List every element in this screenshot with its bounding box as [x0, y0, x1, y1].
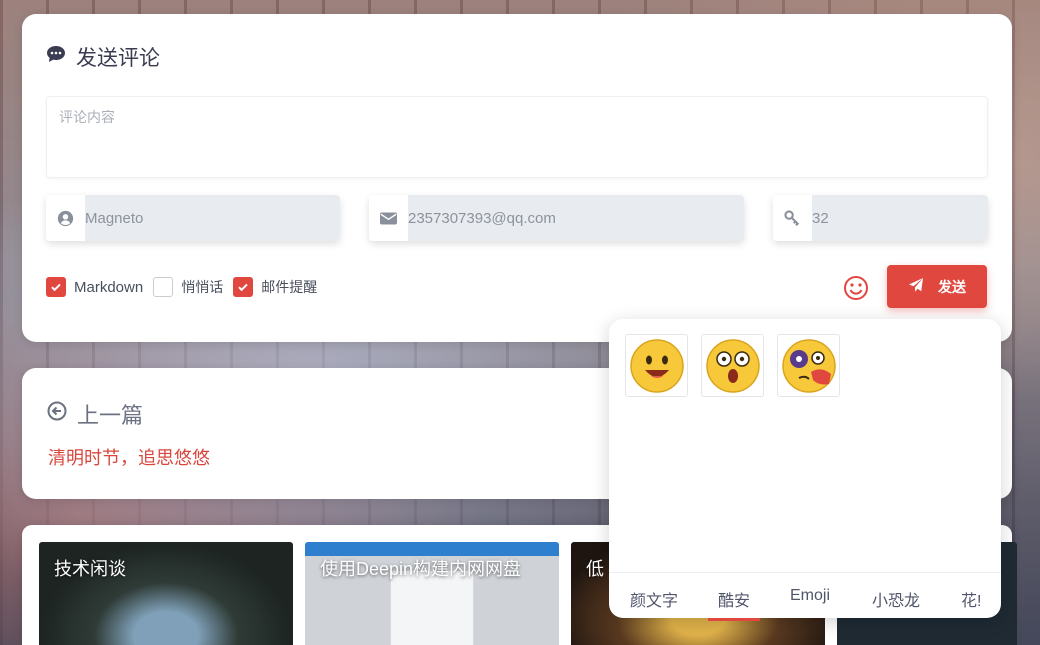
comment-placeholder: 评论内容 — [59, 109, 115, 125]
emoji-tab-emoji[interactable]: Emoji — [790, 587, 830, 605]
emoji-tab-flower[interactable]: 花! — [961, 587, 981, 611]
emoji-tab-bar: 颜文字 酷安 Emoji 小恐龙 花! — [609, 572, 1001, 621]
emoji-tab-kaomoji[interactable]: 颜文字 — [630, 587, 678, 611]
comment-form-card: 发送评论 评论内容 Magneto 2357307393@qq.com 32 M… — [22, 14, 1012, 342]
hurt-face-icon[interactable] — [777, 334, 840, 397]
related-post-card[interactable]: 技术闲谈 — [39, 542, 293, 645]
nickname-value[interactable]: Magneto — [85, 195, 340, 241]
send-label: 发送 — [938, 278, 966, 295]
comment-textarea[interactable]: 评论内容 — [46, 96, 988, 178]
user-icon — [46, 195, 85, 241]
screenshot-titlebar — [305, 542, 559, 556]
related-post-title: 技术闲谈 — [54, 559, 126, 579]
paper-plane-icon — [908, 277, 924, 296]
shocked-face-icon[interactable] — [701, 334, 764, 397]
related-post-card[interactable]: 使用Deepin构建内网网盘 — [305, 542, 559, 645]
checkbox-unchecked-icon[interactable] — [153, 277, 174, 297]
emoji-panel: 颜文字 酷安 Emoji 小恐龙 花! — [609, 319, 1001, 621]
chat-bubble-icon — [46, 44, 66, 70]
envelope-icon — [369, 195, 408, 241]
email-field[interactable]: 2357307393@qq.com — [369, 195, 744, 241]
comment-options: Markdown 悄悄话 邮件提醒 — [46, 277, 327, 297]
markdown-checkbox[interactable]: Markdown — [46, 277, 143, 297]
checkbox-checked-icon[interactable] — [233, 277, 254, 297]
email-notify-checkbox[interactable]: 邮件提醒 — [233, 277, 317, 297]
private-label: 悄悄话 — [181, 279, 224, 295]
previous-post-heading-text: 上一篇 — [77, 403, 144, 428]
private-checkbox[interactable]: 悄悄话 — [153, 277, 223, 297]
smiley-icon[interactable] — [843, 275, 869, 301]
key-icon — [773, 195, 812, 241]
previous-post-link[interactable]: 清明时节，追思悠悠 — [48, 444, 210, 470]
email-notify-label: 邮件提醒 — [261, 279, 318, 295]
send-button[interactable]: 发送 — [887, 265, 987, 308]
website-value[interactable]: 32 — [812, 195, 988, 241]
arrow-circle-left-icon — [47, 401, 67, 427]
emoji-tab-dinosaur[interactable]: 小恐龙 — [872, 587, 920, 611]
related-post-title: 使用Deepin构建内网网盘 — [320, 559, 522, 579]
markdown-label: Markdown — [74, 278, 144, 296]
email-value[interactable]: 2357307393@qq.com — [408, 195, 744, 241]
comment-form-title: 发送评论 — [46, 42, 160, 72]
checkbox-checked-icon[interactable] — [46, 277, 66, 297]
previous-post-heading: 上一篇 — [47, 398, 143, 430]
screenshot-panel — [390, 570, 474, 645]
emoji-tab-coolapk[interactable]: 酷安 — [707, 587, 761, 621]
nickname-field[interactable]: Magneto — [46, 195, 340, 241]
website-field[interactable]: 32 — [773, 195, 988, 241]
happy-face-icon[interactable] — [625, 334, 688, 397]
related-post-title: 低 — [586, 559, 604, 579]
comment-form-title-text: 发送评论 — [76, 47, 160, 70]
